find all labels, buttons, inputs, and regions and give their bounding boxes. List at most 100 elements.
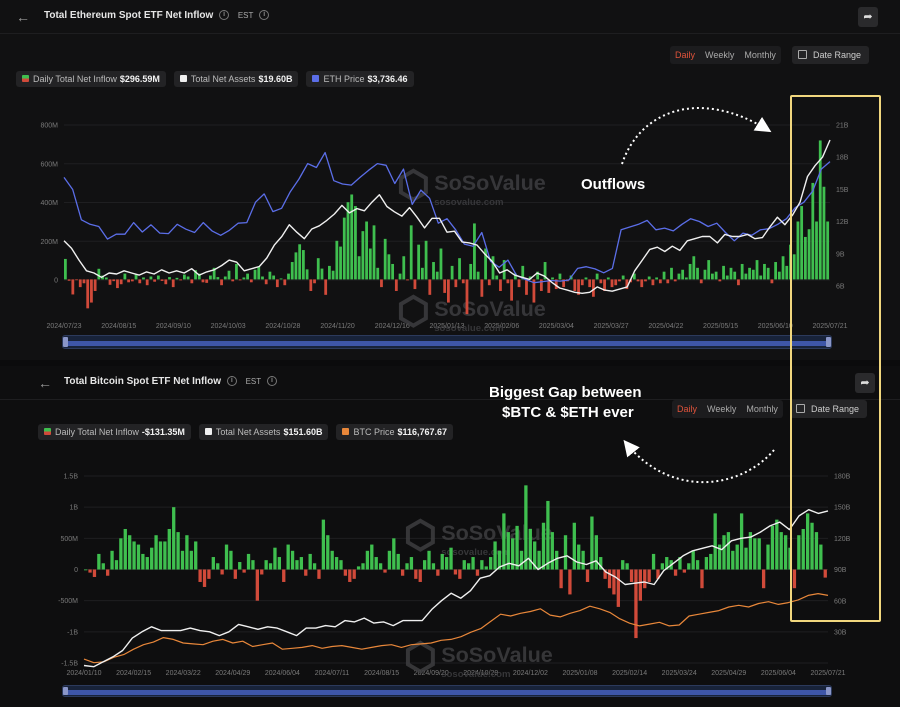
y-left-tick: 1.5B xyxy=(64,474,79,481)
inflow-bar xyxy=(154,535,158,570)
inflow-bar xyxy=(321,519,326,570)
inflow-bar xyxy=(194,541,198,570)
inflow-bar xyxy=(515,525,519,570)
inflow-bar xyxy=(175,277,179,280)
inflow-bar xyxy=(158,541,163,570)
eth-etf-panel: ← Total Ethereum Spot ETF Net Inflow i E… xyxy=(0,0,900,360)
inflow-bar xyxy=(703,269,707,280)
outflow-bar xyxy=(718,279,722,282)
outflow-bar xyxy=(119,279,123,285)
outflow-bar xyxy=(436,569,440,576)
inflow-bar xyxy=(312,563,317,570)
inflow-bar xyxy=(595,273,599,280)
outflow-bar xyxy=(283,279,287,286)
inflow-bar xyxy=(502,513,506,570)
outflow-bar xyxy=(86,279,90,309)
inflow-bar xyxy=(235,263,238,280)
inflow-bar xyxy=(97,268,101,280)
inflow-bar xyxy=(651,553,656,570)
inflow-bar xyxy=(427,550,431,570)
outflow-bar xyxy=(171,279,175,288)
inflow-bar xyxy=(655,277,659,280)
outflow-bar xyxy=(90,279,93,303)
outflow-bar xyxy=(260,569,264,575)
outflow-bar xyxy=(673,569,678,576)
outflow-bar xyxy=(198,569,202,582)
btc-range-slider[interactable] xyxy=(62,685,832,697)
watermark-brand: SoSoValue xyxy=(441,520,553,545)
eth-slider-handle-left[interactable] xyxy=(63,337,68,347)
x-tick: 2025/06/04 xyxy=(761,670,796,677)
inflow-bar xyxy=(417,244,421,280)
inflow-bar xyxy=(726,532,731,570)
inflow-bar xyxy=(677,273,681,280)
outflow-bar xyxy=(275,279,279,288)
x-tick: 2024/12/02 xyxy=(513,670,548,677)
outflow-bar xyxy=(647,569,651,582)
inflow-bar xyxy=(308,553,312,570)
x-tick: 2024/08/15 xyxy=(364,670,399,677)
outflow-bar xyxy=(383,569,387,573)
inflow-bar xyxy=(473,223,476,280)
inflow-bar xyxy=(753,538,757,570)
inflow-bar xyxy=(594,535,598,570)
outflow-bar xyxy=(352,569,356,579)
inflow-bar xyxy=(748,267,751,280)
outflow-bar xyxy=(406,279,409,281)
inflow-bar xyxy=(396,553,400,570)
btc-slider-handle-left[interactable] xyxy=(63,687,68,695)
inflow-bar xyxy=(770,525,775,570)
outflow-bar xyxy=(116,279,119,289)
inflow-bar xyxy=(691,550,695,570)
inflow-bar xyxy=(211,557,215,570)
outflow-bar xyxy=(525,279,528,295)
outflow-bar xyxy=(160,279,164,281)
inflow-bar xyxy=(227,270,231,280)
outflow-bar xyxy=(443,279,447,293)
inflow-bar xyxy=(365,550,370,570)
outflow-bar xyxy=(640,279,644,288)
inflow-bar xyxy=(422,560,427,570)
inflow-bar xyxy=(722,535,726,570)
inflow-bar xyxy=(253,269,257,280)
inflow-bar xyxy=(731,550,735,570)
inflow-bar xyxy=(713,513,717,570)
outflow-bar xyxy=(313,279,316,284)
inflow-bar xyxy=(424,240,428,280)
btc-etf-panel: ← Total Bitcoin Spot ETF Net Inflow i ES… xyxy=(0,366,900,707)
outflow-bar xyxy=(202,569,207,587)
x-tick: 2024/12/16 xyxy=(375,323,410,330)
outflow-bar xyxy=(658,279,662,284)
inflow-bar xyxy=(435,271,439,280)
outflow-bar xyxy=(506,279,510,284)
watermark-site: sosovalue.com xyxy=(434,323,503,334)
btc-slider-handle-right[interactable] xyxy=(826,687,831,695)
inflow-bar xyxy=(264,560,268,570)
outflow-bar xyxy=(75,279,78,281)
outflow-bar xyxy=(616,569,620,607)
highlight-box xyxy=(790,95,881,622)
outflow-bar xyxy=(205,279,209,283)
outflow-bar xyxy=(414,569,418,579)
inflow-bar xyxy=(156,275,160,280)
outflow-bar xyxy=(112,279,116,282)
eth-range-slider[interactable] xyxy=(62,335,832,349)
inflow-bar xyxy=(584,277,588,280)
outflow-bar xyxy=(145,279,149,286)
inflow-bar xyxy=(374,557,378,570)
inflow-bar xyxy=(167,528,171,570)
inflow-bar xyxy=(729,267,733,280)
outflow-bar xyxy=(348,569,352,582)
x-tick: 2024/03/22 xyxy=(166,670,201,677)
inflow-bar xyxy=(555,550,559,570)
outflow-bar xyxy=(682,569,687,573)
x-tick: 2025/05/15 xyxy=(703,323,738,330)
inflow-bar xyxy=(229,550,233,570)
outflow-bar xyxy=(317,569,321,579)
y-left-tick: 500M xyxy=(60,536,78,543)
outflow-bar xyxy=(737,279,740,286)
inflow-bar xyxy=(735,544,739,570)
inflow-bar xyxy=(376,267,380,280)
eth-chart: 800M600M400M200M021B18B15B12B9B6B2024/07… xyxy=(40,123,848,335)
inflow-bar xyxy=(123,528,127,570)
